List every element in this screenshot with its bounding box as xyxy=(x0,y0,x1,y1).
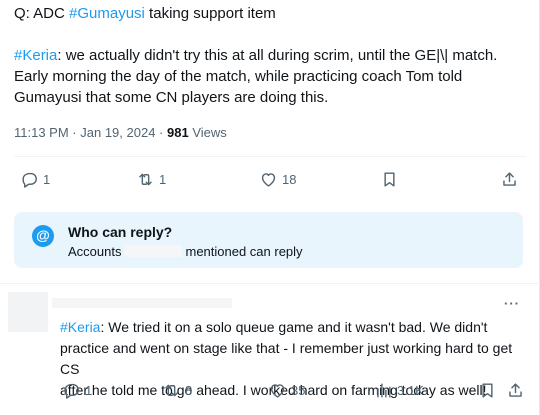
reply-share-button[interactable] xyxy=(506,381,525,400)
like-icon xyxy=(270,384,285,398)
bookmark-button[interactable] xyxy=(380,170,399,189)
reply-like-count: 35 xyxy=(291,383,306,398)
hashtag-gumayusi[interactable]: #Gumayusi xyxy=(69,5,145,22)
reply-actions: 1 8 35 3.1K xyxy=(0,381,540,405)
reply-line-1: : We tried it on a solo queue game and i… xyxy=(100,319,488,335)
views-label: Views xyxy=(188,125,227,140)
meta-separator: · xyxy=(155,125,167,140)
date: Jan 19, 2024 xyxy=(80,125,156,140)
share-button[interactable] xyxy=(500,170,519,189)
tweet-body: Q: ADC #Gumayusi taking support item #Ke… xyxy=(14,3,529,108)
who-can-reply-box: @ Who can reply? Accounts mentioned can r… xyxy=(14,212,523,268)
reply-views-button[interactable]: 3.1K xyxy=(374,381,424,400)
who-can-reply-title: Who can reply? xyxy=(68,224,173,240)
reply-bookmark-button[interactable] xyxy=(478,381,497,400)
views-count: 981 xyxy=(167,125,189,140)
time: 11:13 PM xyxy=(14,125,69,140)
reply-icon xyxy=(64,383,79,399)
divider xyxy=(14,156,526,157)
tweet-actions: 1 1 18 xyxy=(0,170,540,194)
reply-sub-prefix: Accounts xyxy=(68,244,122,259)
answer-line-2: Early morning the day of the match, whil… xyxy=(14,68,463,85)
reply-repost-button[interactable]: 8 xyxy=(162,381,192,400)
redacted-author-name xyxy=(52,298,232,308)
tweet-timestamp[interactable]: 11:13 PM · Jan 19, 2024 xyxy=(14,125,155,140)
who-can-reply-subtitle: Accounts mentioned can reply xyxy=(68,244,303,259)
views-icon xyxy=(377,383,391,398)
redacted-text xyxy=(124,245,183,257)
reply-reply-count: 1 xyxy=(85,383,93,398)
bookmark-icon xyxy=(384,172,395,187)
tweet-answer: #Keria: we actually didn't try this at a… xyxy=(14,45,529,108)
bookmark-icon xyxy=(482,383,493,398)
share-icon xyxy=(509,383,522,397)
meta-separator: · xyxy=(68,125,81,140)
reply-button[interactable]: 1 xyxy=(20,170,50,189)
share-icon xyxy=(503,172,516,186)
hashtag-keria-reply[interactable]: #Keria xyxy=(60,319,100,335)
answer-line-3: Gumayusi that some CN players are doing … xyxy=(14,89,329,106)
tweet-question: Q: ADC #Gumayusi taking support item xyxy=(14,3,529,24)
reply-count: 1 xyxy=(43,172,51,187)
reply-icon xyxy=(22,172,37,188)
more-icon[interactable]: ··· xyxy=(504,296,520,311)
reply-line-2: practice and went on stage like that - I… xyxy=(60,340,513,377)
reply-sub-suffix: mentioned can reply xyxy=(185,244,303,259)
tweet-meta: 11:13 PM · Jan 19, 2024 · 981 Views xyxy=(14,124,227,142)
question-text-suffix: taking support item xyxy=(144,5,276,22)
repost-icon xyxy=(139,173,152,186)
at-icon: @ xyxy=(32,225,54,247)
reply-views-count: 3.1K xyxy=(397,383,424,398)
like-button[interactable]: 18 xyxy=(259,170,296,189)
answer-line-1: : we actually didn't try this at all dur… xyxy=(57,47,498,64)
hashtag-keria[interactable]: #Keria xyxy=(14,47,57,64)
reply-reply-button[interactable]: 1 xyxy=(62,381,92,400)
like-icon xyxy=(261,173,276,187)
repost-icon xyxy=(165,384,178,397)
repost-button[interactable]: 1 xyxy=(136,170,166,189)
question-text: Q: ADC xyxy=(14,5,70,22)
reply-like-button[interactable]: 35 xyxy=(268,381,305,400)
reply-repost-count: 8 xyxy=(185,383,193,398)
reply-separator xyxy=(0,283,540,284)
avatar[interactable] xyxy=(8,292,48,332)
repost-count: 1 xyxy=(159,172,167,187)
like-count: 18 xyxy=(282,172,297,187)
